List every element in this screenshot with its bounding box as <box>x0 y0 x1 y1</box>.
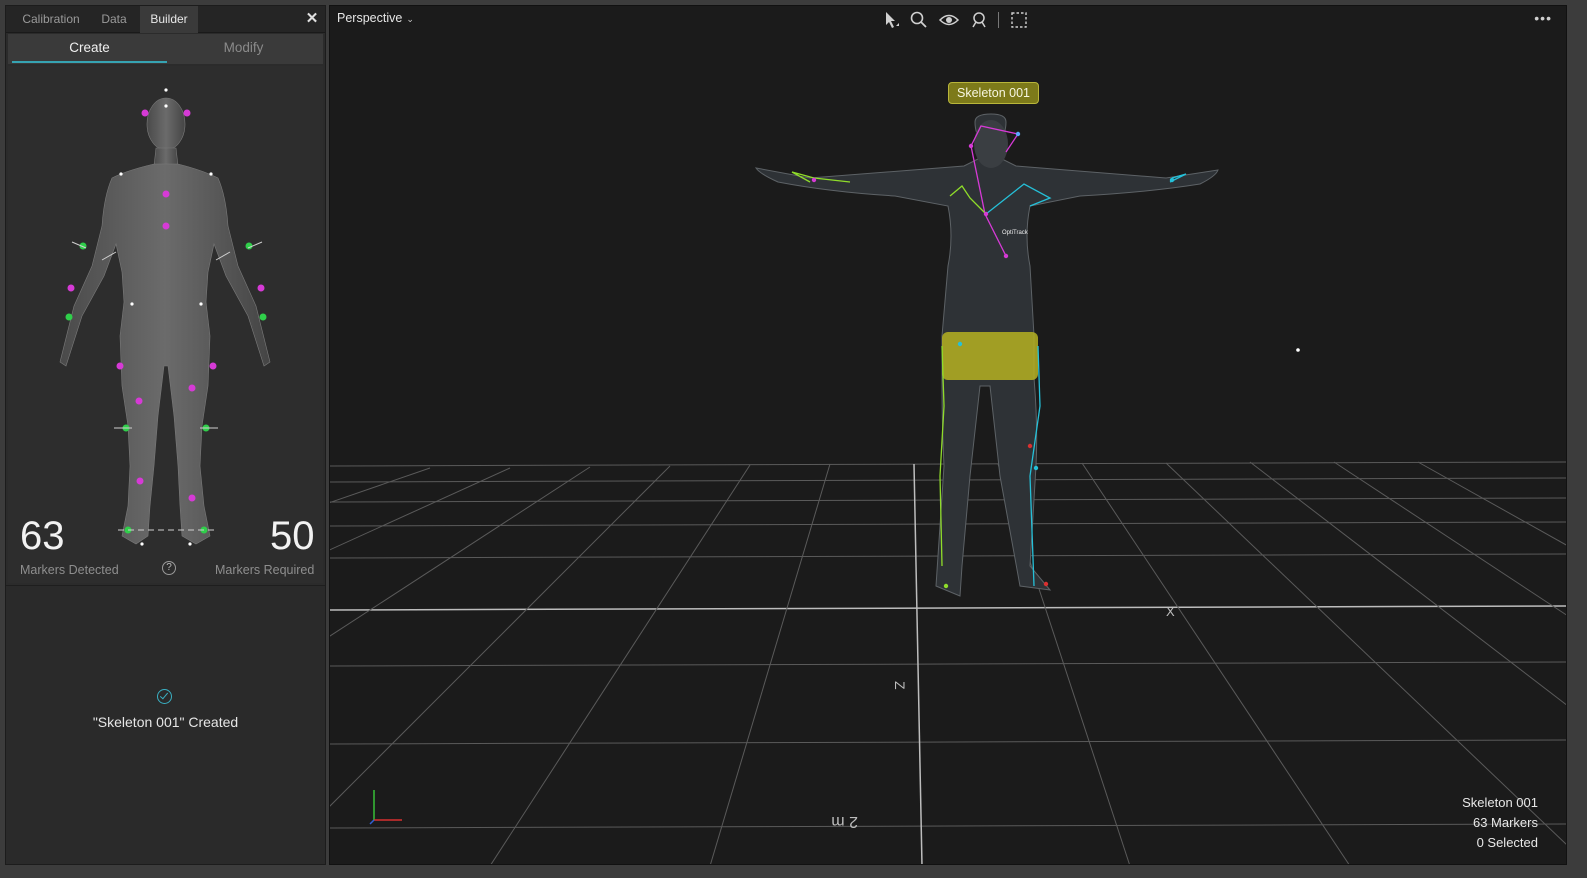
toolbar-separator <box>998 12 999 28</box>
tab-data[interactable]: Data <box>94 6 134 33</box>
lock-view-icon[interactable] <box>968 9 990 31</box>
close-icon[interactable]: ✕ <box>303 9 321 29</box>
grid-label-z: Z <box>892 681 908 690</box>
markers-detected-label: Markers Detected <box>20 563 119 577</box>
markers-required-label: Markers Required <box>215 563 315 577</box>
info-selected-count: 0 Selected <box>1476 835 1538 850</box>
visibility-icon[interactable] <box>938 9 960 31</box>
info-marker-count: 63 Markers <box>1472 815 1538 830</box>
active-tab-indicator <box>12 61 167 63</box>
grid-label-2m: 2 m <box>831 813 858 830</box>
selection-box-icon[interactable] <box>1008 9 1030 31</box>
view-mode-dropdown[interactable]: Perspective ⌄ <box>337 11 414 29</box>
mode-tabs: Create Modify <box>8 34 323 64</box>
selection-info: Skeleton 001 63 Markers 0 Selected <box>1462 793 1538 853</box>
app-window: Calibration Data Builder ✕ Create Modify <box>0 0 1587 878</box>
stray-marker <box>1296 348 1300 352</box>
grid-labels: 2 m Z X <box>831 604 1175 830</box>
axis-gizmo <box>369 790 402 825</box>
body-figure-diagram <box>59 88 271 546</box>
view-mode-label: Perspective <box>337 11 403 25</box>
tab-create[interactable]: Create <box>12 34 167 64</box>
chevron-down-icon: ⌄ <box>406 14 414 24</box>
tab-builder[interactable]: Builder <box>140 6 198 33</box>
help-icon[interactable]: ? <box>162 561 176 575</box>
select-icon[interactable] <box>880 9 902 31</box>
markers-detected-count: 63 <box>20 514 65 558</box>
markers-required-count: 50 <box>270 514 315 558</box>
marker-set-figure-area: 63 Markers Detected ? 50 Markers Require… <box>8 66 323 583</box>
scene-canvas[interactable]: 2 m Z X OptiTrack <box>330 6 1567 865</box>
zoom-icon[interactable] <box>908 9 930 31</box>
grid-label-x: X <box>1166 604 1175 619</box>
suit-logo: OptiTrack <box>1002 230 1029 236</box>
info-skeleton-name: Skeleton 001 <box>1462 795 1538 810</box>
skeleton-label-tag[interactable]: Skeleton 001 <box>948 82 1039 104</box>
status-area: "Skeleton 001" Created <box>6 586 325 864</box>
tab-calibration[interactable]: Calibration <box>8 6 94 33</box>
hip-segment-highlight <box>942 332 1038 380</box>
more-options-icon[interactable]: ••• <box>1534 10 1552 26</box>
tab-modify[interactable]: Modify <box>166 34 321 64</box>
body-silhouette <box>59 97 271 545</box>
builder-panel: Calibration Data Builder ✕ Create Modify <box>5 5 326 865</box>
check-circle-icon <box>157 689 172 704</box>
3d-viewport[interactable]: 2 m Z X OptiTrack Perspective ⌄ ••• Skel… <box>329 5 1567 865</box>
panel-tab-bar: Calibration Data Builder ✕ <box>6 6 325 33</box>
status-message: "Skeleton 001" Created <box>92 714 239 730</box>
